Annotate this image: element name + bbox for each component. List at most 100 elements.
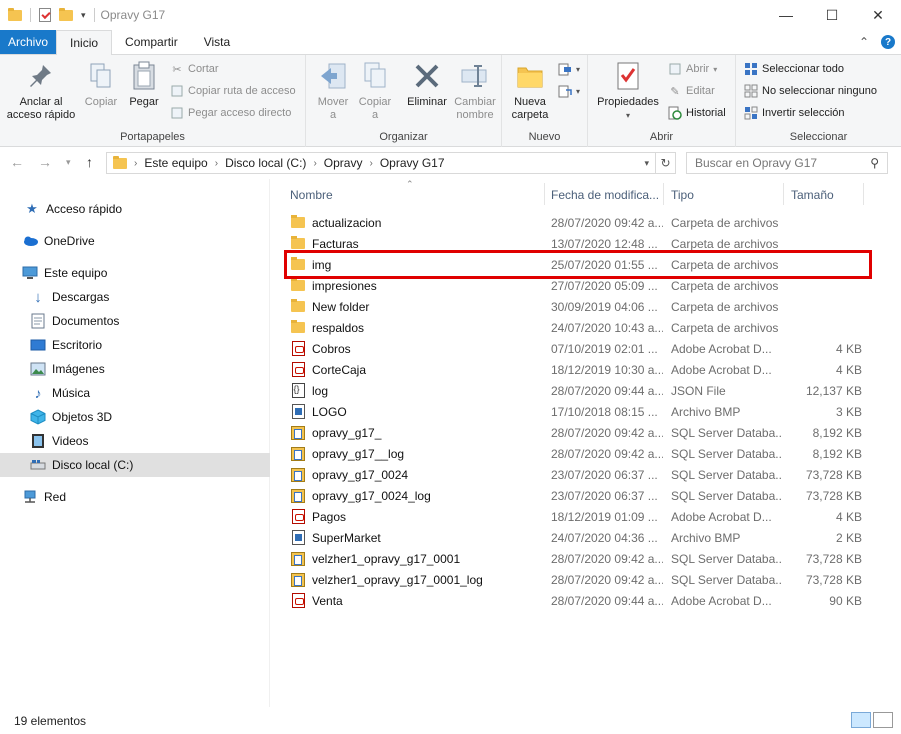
column-header-name[interactable]: Nombre bbox=[284, 183, 544, 207]
file-row[interactable]: Venta 28/07/2020 09:44 a... Adobe Acrobat … bbox=[284, 590, 864, 611]
collapse-ribbon-icon[interactable]: ⌃ bbox=[859, 35, 869, 49]
history-clock-icon bbox=[668, 106, 682, 120]
details-view-icon[interactable] bbox=[851, 712, 871, 728]
file-size: 73,728 KB bbox=[805, 551, 862, 566]
nav-item-disco-local[interactable]: Disco local (C:) bbox=[0, 453, 270, 477]
file-row[interactable]: respaldos 24/07/2020 10:43 a... Carpeta de… bbox=[284, 317, 864, 338]
paste-icon bbox=[128, 59, 160, 93]
nav-item-musica[interactable]: ♪ Música bbox=[0, 381, 270, 405]
file-name-cell: log bbox=[290, 383, 328, 399]
select-all-button[interactable]: Seleccionar todo bbox=[744, 62, 844, 76]
rename-button[interactable]: Cambiar nombre bbox=[452, 59, 498, 122]
move-to-icon bbox=[317, 59, 349, 93]
file-type: Adobe Acrobat D... bbox=[671, 362, 772, 377]
cube-icon bbox=[30, 409, 46, 425]
back-arrow-icon[interactable]: ← bbox=[10, 154, 24, 170]
file-size: 3 KB bbox=[835, 404, 862, 419]
nav-item-red[interactable]: Red bbox=[0, 485, 270, 509]
file-row[interactable]: LOGO 17/10/2018 08:15 ... Archivo BMP 3 KB bbox=[284, 401, 864, 422]
file-row[interactable]: velzher1_opravy_g17_0001 28/07/2020 09:42… bbox=[284, 548, 864, 569]
properties-quick-icon[interactable] bbox=[39, 8, 51, 22]
file-row[interactable]: Cobros 07/10/2019 02:01 ... Adobe Acrobat … bbox=[284, 338, 864, 359]
breadcrumb-disco-local[interactable]: Disco local (C:) bbox=[225, 156, 306, 170]
large-icons-view-icon[interactable] bbox=[873, 712, 893, 728]
file-row[interactable]: opravy_g17__log 28/07/2020 09:42 a... SQL … bbox=[284, 443, 864, 464]
pin-quick-access-button[interactable]: Anclar al acceso rápido bbox=[5, 59, 77, 122]
paste-shortcut-button[interactable]: Pegar acceso directo bbox=[170, 106, 291, 120]
file-row[interactable]: opravy_g17_0024_log 23/07/2020 06:37 ... S… bbox=[284, 485, 864, 506]
new-folder-button[interactable]: Nueva carpeta bbox=[508, 59, 552, 122]
edit-button[interactable]: ✎ Editar bbox=[668, 84, 714, 98]
tab-inicio[interactable]: Inicio bbox=[56, 30, 113, 55]
history-button[interactable]: Historial bbox=[668, 106, 726, 120]
new-item-button[interactable]: ▾ bbox=[558, 62, 580, 76]
move-to-button[interactable]: Mover a bbox=[312, 59, 354, 122]
new-folder-quick-icon[interactable] bbox=[59, 7, 73, 21]
copy-to-button[interactable]: Copiar a bbox=[354, 59, 396, 122]
minimize-button[interactable]: — bbox=[763, 0, 809, 30]
database-file-icon bbox=[290, 446, 306, 462]
easy-access-button[interactable]: ▾ bbox=[558, 84, 580, 98]
customize-toolbar-icon[interactable]: ▾ bbox=[81, 10, 86, 21]
view-switcher bbox=[851, 712, 893, 728]
nav-item-imagenes[interactable]: Imágenes bbox=[0, 357, 270, 381]
copy-path-button[interactable]: Copiar ruta de acceso bbox=[170, 84, 296, 98]
file-row[interactable]: opravy_g17_0024 23/07/2020 06:37 ... SQL S… bbox=[284, 464, 864, 485]
column-header-date[interactable]: Fecha de modifica... bbox=[545, 183, 663, 207]
search-box[interactable]: Buscar en Opravy G17 ⚲ bbox=[686, 152, 888, 174]
file-row[interactable]: New folder 30/09/2019 04:06 ... Carpeta de… bbox=[284, 296, 864, 317]
copy-button[interactable]: Copiar bbox=[80, 59, 122, 109]
tab-archivo[interactable]: Archivo bbox=[0, 30, 57, 54]
file-date: 28/07/2020 09:42 a... bbox=[551, 446, 663, 461]
document-icon bbox=[30, 313, 46, 329]
file-row[interactable]: CorteCaja 18/12/2019 10:30 a... Adobe Acro… bbox=[284, 359, 864, 380]
file-row[interactable]: velzher1_opravy_g17_0001_log 28/07/2020 0… bbox=[284, 569, 864, 590]
file-row[interactable]: actualizacion 28/07/2020 09:42 a... Carpet… bbox=[284, 212, 864, 233]
file-size: 8,192 KB bbox=[812, 446, 862, 461]
nav-item-acceso-rapido[interactable]: ★ Acceso rápido bbox=[0, 197, 270, 221]
nav-item-descargas[interactable]: ↓ Descargas bbox=[0, 285, 270, 309]
nav-item-videos[interactable]: Videos bbox=[0, 429, 270, 453]
column-header-type[interactable]: Tipo bbox=[665, 183, 783, 207]
nav-item-documentos[interactable]: Documentos bbox=[0, 309, 270, 333]
rename-icon bbox=[459, 59, 491, 93]
properties-button[interactable]: Propiedades ▾ bbox=[592, 59, 664, 122]
tab-vista[interactable]: Vista bbox=[191, 30, 243, 54]
paste-button[interactable]: Pegar bbox=[124, 59, 164, 109]
recent-locations-icon[interactable]: ▾ bbox=[66, 157, 71, 168]
delete-button[interactable]: Eliminar bbox=[404, 59, 450, 109]
edit-pencil-icon: ✎ bbox=[670, 85, 680, 98]
forward-arrow-icon[interactable]: → bbox=[38, 154, 52, 170]
up-arrow-icon[interactable]: ↑ bbox=[86, 154, 93, 170]
file-row[interactable]: SuperMarket 24/07/2020 04:36 ... Archivo B… bbox=[284, 527, 864, 548]
open-button[interactable]: Abrir ▾ bbox=[668, 62, 717, 76]
file-row[interactable]: opravy_g17_ 28/07/2020 09:42 a... SQL Serv… bbox=[284, 422, 864, 443]
refresh-icon[interactable]: ↻ bbox=[655, 153, 675, 173]
file-row[interactable]: log 28/07/2020 09:44 a... JSON File 12,137 … bbox=[284, 380, 864, 401]
nav-item-onedrive[interactable]: OneDrive bbox=[0, 229, 270, 253]
breadcrumb-este-equipo[interactable]: Este equipo bbox=[144, 156, 207, 170]
close-button[interactable]: ✕ bbox=[855, 0, 901, 30]
breadcrumb-opravy[interactable]: Opravy bbox=[324, 156, 363, 170]
maximize-button[interactable]: ☐ bbox=[809, 0, 855, 30]
nav-item-objetos-3d[interactable]: Objetos 3D bbox=[0, 405, 270, 429]
music-icon: ♪ bbox=[34, 385, 42, 401]
easy-access-icon bbox=[558, 84, 572, 98]
folder-icon bbox=[290, 299, 306, 315]
address-bar[interactable]: › Este equipo › Disco local (C:) › Oprav… bbox=[106, 152, 676, 174]
breadcrumb-opravy-g17[interactable]: Opravy G17 bbox=[380, 156, 445, 170]
file-date: 28/07/2020 09:42 a... bbox=[551, 551, 663, 566]
tab-compartir[interactable]: Compartir bbox=[112, 30, 191, 54]
file-name-cell: Pagos bbox=[290, 509, 346, 525]
help-icon[interactable]: ? bbox=[881, 35, 895, 49]
cut-button[interactable]: ✂ Cortar bbox=[170, 62, 218, 76]
nav-item-este-equipo[interactable]: Este equipo bbox=[0, 261, 270, 285]
select-none-button[interactable]: No seleccionar ninguno bbox=[744, 84, 877, 98]
file-type: JSON File bbox=[671, 383, 726, 398]
pdf-file-icon bbox=[290, 362, 306, 378]
column-header-size[interactable]: Tamaño bbox=[785, 183, 863, 207]
invert-selection-button[interactable]: Invertir selección bbox=[744, 106, 845, 120]
file-row[interactable]: Pagos 18/12/2019 01:09 ... Adobe Acrobat D… bbox=[284, 506, 864, 527]
address-dropdown-icon[interactable]: ▾ bbox=[644, 158, 655, 169]
nav-item-escritorio[interactable]: Escritorio bbox=[0, 333, 270, 357]
